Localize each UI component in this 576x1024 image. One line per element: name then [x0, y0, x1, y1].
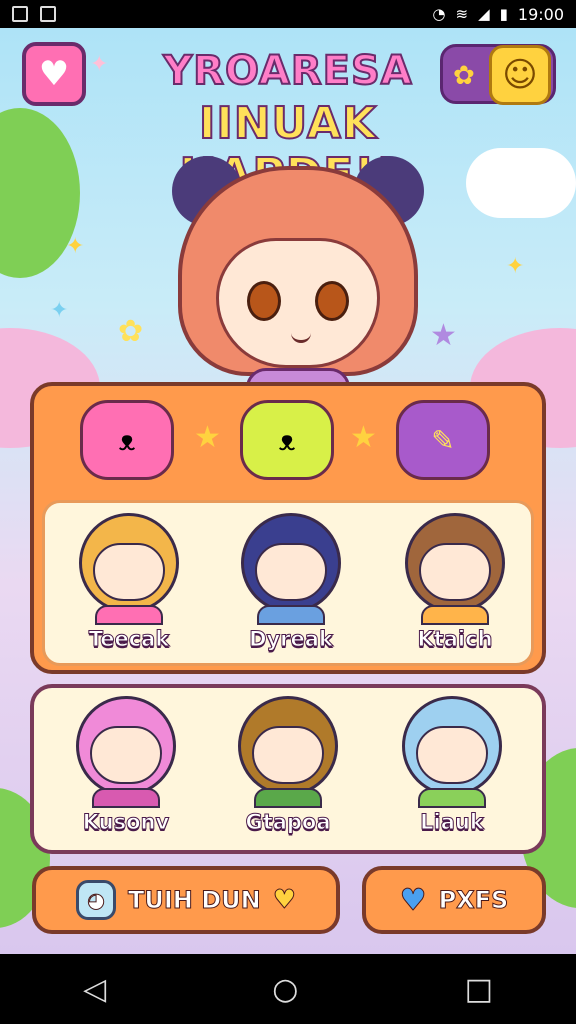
blue-heart-icon: ♥ [399, 882, 427, 918]
character-card[interactable]: Teecak [59, 513, 199, 663]
character-body [257, 605, 325, 625]
character-panel-bottom: Kusonv Gtapoa Liauk [30, 684, 546, 854]
battery-icon: ▮ [499, 5, 508, 23]
character-row-1: Teecak Dyreak Ktaich [42, 500, 534, 666]
notification-icon [12, 6, 28, 22]
tuih-dun-button[interactable]: ◕ TUIH DUN ♥ [32, 866, 340, 934]
mouth [291, 333, 311, 343]
tuih-dun-label: TUIH DUN [127, 886, 261, 915]
eye [247, 281, 281, 321]
tab-purple-item[interactable]: ✎ [396, 400, 490, 480]
character-name: Gtapoa [245, 810, 331, 835]
eye [315, 281, 349, 321]
character-face [419, 543, 491, 601]
hero-character [168, 146, 428, 406]
recents-icon[interactable]: □ [465, 972, 493, 1007]
image-icon [40, 6, 56, 22]
character-body [92, 788, 160, 808]
smiley-icon: ☺ [489, 45, 551, 105]
signal-icon: ◢ [478, 5, 490, 23]
sparkle-icon: ★ [430, 318, 457, 353]
character-body [418, 788, 486, 808]
character-name: Kusonv [82, 810, 170, 835]
sparkle-icon: ✦ [66, 234, 85, 259]
game-screen: ✦ ✿ ✦ ★ ✦ ✦ ♥ YROARESA IINUAK HAPDE!! ✿ … [0, 28, 576, 954]
character-face [90, 726, 162, 784]
back-icon[interactable]: ◁ [83, 972, 106, 1007]
character-name: Ktaich [417, 627, 493, 652]
character-panel-top: ᴥ ★ ᴥ ★ ✎ Teecak Dyreak Ktaich [30, 382, 546, 674]
alarm-icon: ◔ [432, 5, 446, 23]
wifi-icon: ≋ [455, 5, 469, 23]
character-name: Teecak [88, 627, 170, 652]
character-face [93, 543, 165, 601]
character-body [421, 605, 489, 625]
heart-icon: ♥ [38, 54, 70, 94]
character-card[interactable]: Gtapoa [218, 696, 358, 846]
home-icon[interactable]: ○ [272, 972, 298, 1007]
character-card[interactable]: Liauk [382, 696, 522, 846]
ghost-icon: ◕ [75, 880, 116, 920]
tab-lime-bear[interactable]: ᴥ [240, 400, 334, 480]
clock: 19:00 [517, 4, 564, 24]
heart-badge-icon: ♥ [272, 885, 297, 916]
pxfs-label: PXFS [438, 886, 509, 915]
lime-bear-icon: ᴥ [278, 423, 296, 457]
sparkle-icon: ✦ [506, 254, 525, 279]
hero-face [216, 238, 380, 368]
tab-pink-bear[interactable]: ᴥ [80, 400, 174, 480]
character-name: Liauk [420, 810, 485, 835]
heart-button[interactable]: ♥ [22, 42, 86, 106]
game-title: YROARESA [162, 47, 413, 95]
sparkle-icon: ✿ [118, 314, 144, 349]
profile-button[interactable]: ✿ ☺ [440, 44, 556, 105]
star-icon: ★ [350, 420, 377, 455]
character-card[interactable]: Dyreak [221, 513, 361, 663]
purple-item-icon: ✎ [431, 423, 455, 457]
character-body [95, 605, 163, 625]
status-bar: ◔ ≋ ◢ ▮ 19:00 [0, 0, 576, 28]
sparkle-icon: ✦ [50, 298, 69, 323]
star-icon: ★ [194, 420, 221, 455]
character-face [416, 726, 488, 784]
character-body [254, 788, 322, 808]
character-card[interactable]: Ktaich [385, 513, 525, 663]
flower-icon: ✿ [453, 61, 475, 91]
character-card[interactable]: Kusonv [56, 696, 196, 846]
character-face [252, 726, 324, 784]
pink-bear-icon: ᴥ [118, 423, 136, 457]
character-face [255, 543, 327, 601]
navigation-bar: ◁ ○ □ [0, 954, 576, 1024]
pxfs-button[interactable]: ♥ PXFS [362, 866, 546, 934]
character-name: Dyreak [249, 627, 334, 652]
